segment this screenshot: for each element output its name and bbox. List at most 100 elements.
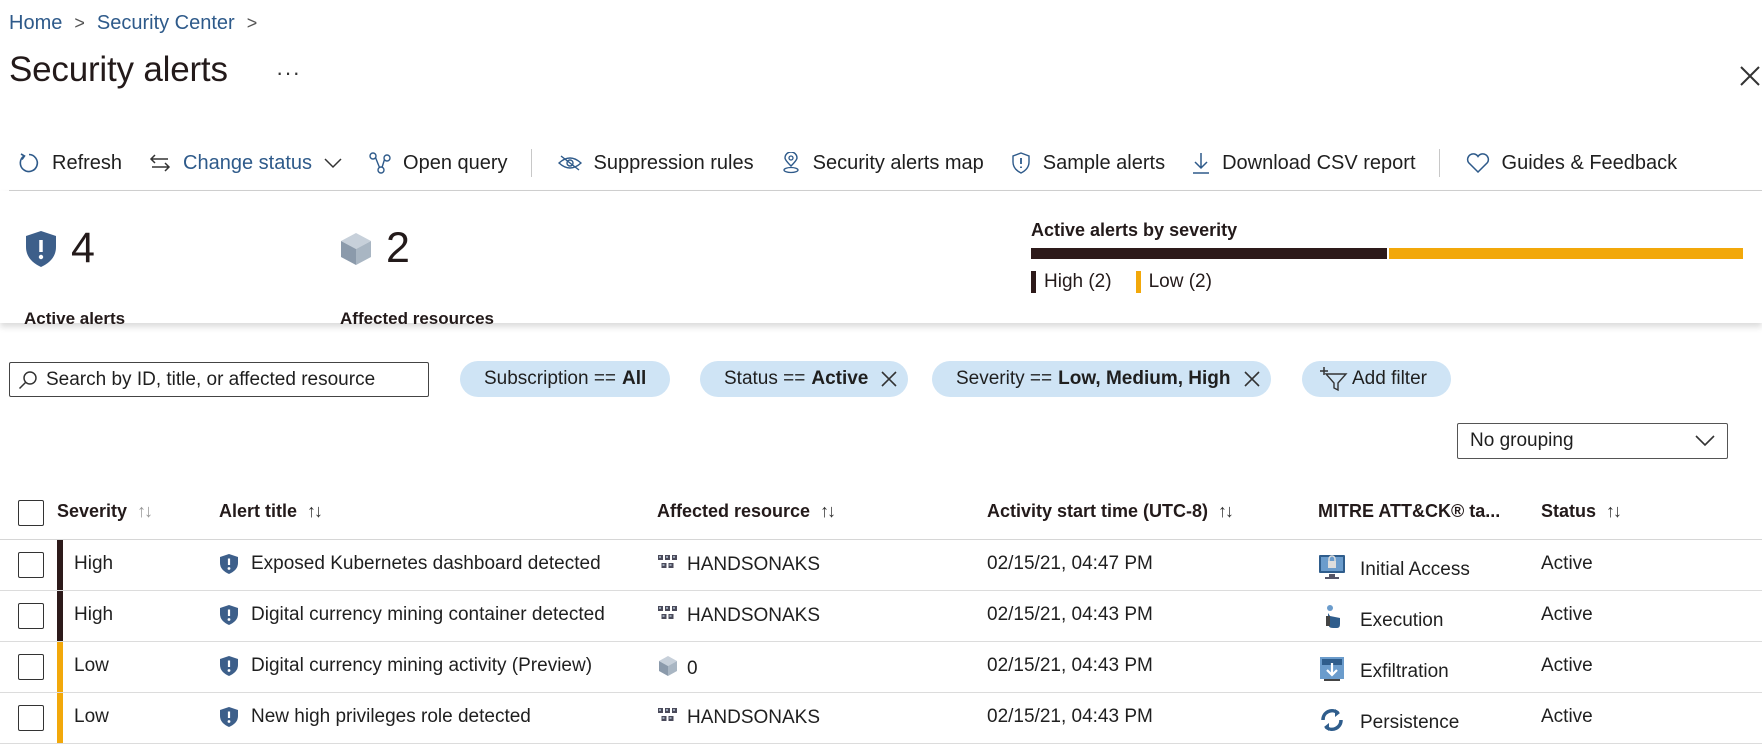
status-filter-pill[interactable]: Status == Active [700, 361, 909, 397]
severity-filter-pill[interactable]: Severity == Low, Medium, High [932, 361, 1271, 397]
shield-alert-icon [220, 707, 238, 727]
severity-filter-value: Low, Medium, High [1058, 368, 1231, 389]
alert-title-cell[interactable]: New high privileges role detected [219, 706, 531, 728]
suppression-rules-button[interactable]: Suppression rules [557, 151, 754, 175]
chevron-right-icon: > [74, 13, 85, 33]
legend-low-swatch [1135, 271, 1141, 293]
subscription-filter-pill[interactable]: Subscription == All [460, 361, 671, 397]
heart-icon [1466, 153, 1489, 173]
search-input[interactable] [46, 368, 406, 391]
grouping-selected: No grouping [1470, 430, 1574, 451]
hidden-eye-icon [557, 155, 582, 171]
severity-cell: Low [74, 655, 109, 676]
download-icon [1193, 153, 1210, 174]
row-checkbox[interactable] [18, 654, 44, 680]
tactic-icon [1318, 604, 1360, 638]
table-row[interactable]: High Exposed Kubernetes dashboard detect… [0, 540, 1762, 591]
column-header-affected-resource[interactable]: Affected resource ↑↓ [657, 501, 836, 522]
alert-title-text: New high privileges role detected [251, 706, 531, 727]
severity-indicator [57, 693, 63, 743]
toolbar-divider [1438, 149, 1440, 177]
table-row[interactable]: Low Digital currency mining activity (Pr… [0, 642, 1762, 693]
column-header-severity[interactable]: Severity ↑↓ [57, 501, 153, 522]
affected-resources-label: Affected resources [340, 309, 495, 328]
row-checkbox[interactable] [18, 705, 44, 731]
tactic-icon [1318, 553, 1360, 587]
legend-high-label: High (2) [1044, 271, 1112, 292]
alert-title-text: Digital currency mining container detect… [251, 604, 605, 625]
column-label: Alert title [219, 501, 298, 521]
legend-high-swatch [1031, 271, 1036, 293]
affected-resource-cell[interactable]: HANDSONAKS [657, 604, 820, 628]
add-filter-button[interactable]: Add filter [1302, 361, 1451, 397]
status-cell: Active [1541, 604, 1593, 625]
download-csv-button[interactable]: Download CSV report [1192, 151, 1416, 175]
breadcrumb-home[interactable]: Home [9, 12, 62, 35]
change-status-button[interactable]: Change status [149, 152, 342, 175]
search-box[interactable] [9, 362, 429, 397]
mitre-tactic-text: Execution [1360, 610, 1444, 631]
more-options-icon[interactable]: ··· [276, 60, 301, 86]
remove-filter-icon[interactable] [880, 370, 898, 388]
cube-icon [341, 233, 371, 265]
open-query-label: Open query [403, 151, 508, 174]
active-alerts-count: 4 [71, 224, 95, 272]
select-all-checkbox[interactable] [18, 500, 44, 526]
column-header-activity-start[interactable]: Activity start time (UTC-8) ↑↓ [987, 501, 1234, 522]
sample-alerts-button[interactable]: Sample alerts [1011, 152, 1165, 175]
affected-resource-cell[interactable]: HANDSONAKS [657, 706, 820, 730]
alert-title-cell[interactable]: Digital currency mining activity (Previe… [219, 655, 592, 677]
page-title: Security alerts [9, 50, 228, 89]
alerts-table: Severity ↑↓ Alert title ↑↓ Affected reso… [0, 488, 1762, 744]
table-row[interactable]: Low New high privileges role detected HA… [0, 693, 1762, 744]
open-query-button[interactable]: Open query [369, 152, 508, 175]
mitre-tactic-text: Initial Access [1360, 559, 1470, 580]
table-row[interactable]: High Digital currency mining container d… [0, 591, 1762, 642]
alerts-summary: 4 Active alerts 2 Affected resources Act… [0, 191, 1762, 328]
tactic-icon [1318, 706, 1360, 740]
close-icon[interactable] [1738, 64, 1762, 88]
column-label: Status [1541, 501, 1597, 521]
affected-resource-cell[interactable]: HANDSONAKS [657, 553, 820, 577]
row-checkbox[interactable] [18, 603, 44, 629]
download-csv-label: Download CSV report [1222, 151, 1416, 174]
add-filter-label: Add filter [1352, 368, 1427, 389]
column-header-alert-title[interactable]: Alert title ↑↓ [219, 501, 323, 522]
tactic-icon [1318, 655, 1360, 689]
activity-start-cell: 02/15/21, 04:43 PM [987, 706, 1153, 727]
remove-filter-icon[interactable] [1243, 370, 1261, 388]
legend-high[interactable]: High (2) [1031, 271, 1112, 293]
toolbar-divider [530, 149, 532, 177]
guides-feedback-label: Guides & Feedback [1501, 151, 1678, 174]
severity-bar-low[interactable] [1389, 248, 1743, 259]
suppression-rules-label: Suppression rules [593, 151, 754, 174]
affected-resource-cell[interactable]: 0 [657, 655, 698, 683]
column-label: MITRE ATT&CK® ta... [1318, 501, 1501, 521]
sort-icon: ↑↓ [1606, 501, 1622, 521]
alert-title-cell[interactable]: Digital currency mining container detect… [219, 604, 605, 626]
sort-icon: ↑↓ [307, 501, 323, 521]
add-filter-icon [1320, 367, 1348, 392]
severity-bar-high[interactable] [1031, 248, 1387, 259]
sort-icon: ↑↓ [137, 501, 153, 521]
severity-cell: Low [74, 706, 109, 727]
column-header-status[interactable]: Status ↑↓ [1541, 501, 1622, 522]
refresh-button[interactable]: Refresh [18, 152, 122, 175]
grouping-dropdown[interactable]: No grouping [1457, 423, 1728, 459]
shield-alert-icon [26, 231, 56, 267]
legend-low[interactable]: Low (2) [1135, 271, 1212, 293]
change-status-label: Change status [183, 151, 313, 174]
severity-indicator [57, 642, 63, 692]
toolbar: Refresh Change status Open query Suppres… [18, 145, 1704, 181]
activity-start-cell: 02/15/21, 04:43 PM [987, 604, 1153, 625]
alert-title-cell[interactable]: Exposed Kubernetes dashboard detected [219, 553, 601, 575]
guides-feedback-button[interactable]: Guides & Feedback [1466, 151, 1678, 175]
row-checkbox[interactable] [18, 552, 44, 578]
breadcrumb-security-center[interactable]: Security Center [97, 12, 235, 35]
column-header-mitre[interactable]: MITRE ATT&CK® ta... [1318, 501, 1500, 522]
search-icon [18, 370, 37, 389]
activity-start-cell: 02/15/21, 04:43 PM [987, 655, 1153, 676]
chevron-down-icon [324, 158, 342, 169]
column-label: Activity start time (UTC-8) [987, 501, 1209, 521]
security-alerts-map-button[interactable]: Security alerts map [781, 152, 984, 175]
